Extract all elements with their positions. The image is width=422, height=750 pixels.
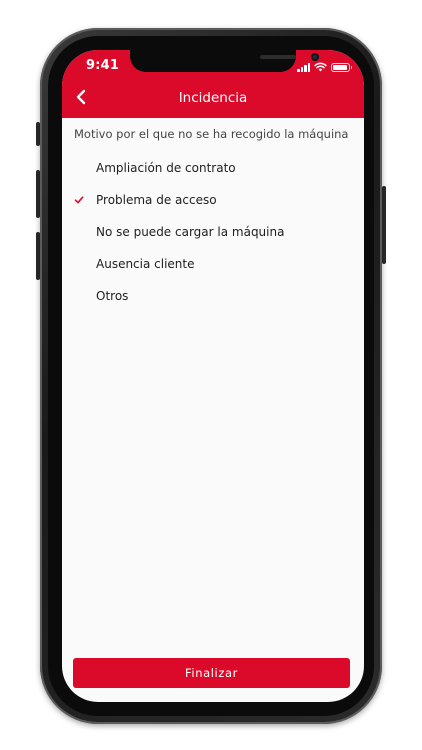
cellular-signal-icon	[297, 62, 310, 72]
checkmark-icon	[74, 196, 84, 204]
list-item-label: Otros	[96, 289, 129, 303]
page-title: Incidencia	[178, 90, 248, 106]
wifi-icon	[314, 62, 327, 72]
list-item[interactable]: Otros	[62, 280, 364, 312]
power-button	[382, 186, 386, 264]
finish-button[interactable]: Finalizar	[73, 658, 350, 688]
battery-fill	[333, 65, 347, 70]
list-item-label: Problema de acceso	[96, 193, 217, 207]
app-header: 9:41 Incidencia	[62, 50, 364, 118]
list-item[interactable]: Ausencia cliente	[62, 248, 364, 280]
question-label: Motivo por el que no se ha recogido la m…	[74, 127, 349, 141]
list-item-label: Ausencia cliente	[96, 257, 195, 271]
list-item[interactable]: Ampliación de contrato	[62, 152, 364, 184]
status-icons	[297, 60, 352, 72]
battery-icon	[331, 63, 352, 72]
notch	[130, 50, 319, 72]
list-item[interactable]: Problema de acceso	[62, 184, 364, 216]
list-item-label: Ampliación de contrato	[96, 161, 236, 175]
list-item-label: No se puede cargar la máquina	[96, 225, 285, 239]
list-item[interactable]: No se puede cargar la máquina	[62, 216, 364, 248]
phone-screen: 9:41 Incidencia Motivo por el que no se …	[62, 50, 364, 702]
reason-options-list: Ampliación de contrato Problema de acceso…	[62, 152, 364, 312]
page: 9:41 Incidencia Motivo por el que no se …	[0, 0, 422, 750]
status-time: 9:41	[86, 58, 120, 73]
speaker-grille	[260, 55, 296, 59]
